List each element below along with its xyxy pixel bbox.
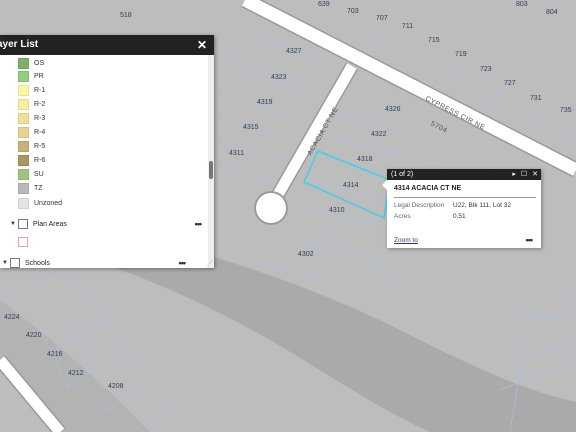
parcel-label: 707 [376, 15, 388, 22]
parcel-label: 731 [530, 95, 542, 102]
legend-item-r1: R-1 [18, 84, 45, 96]
parcel-label: 804 [546, 9, 558, 16]
parcel-label: 4315 [243, 124, 259, 131]
legend-item-r6: R-6 [18, 154, 45, 166]
popup-pointer [382, 180, 387, 190]
parcel-label: 4326 [385, 106, 401, 113]
parcel-label: 703 [347, 8, 359, 15]
zoom-to-link[interactable]: Zoom to [394, 237, 418, 244]
more-options-icon[interactable]: ••• [179, 258, 187, 268]
legend-swatch [18, 197, 29, 209]
expand-arrow-icon[interactable]: ▼ [10, 221, 18, 227]
popup-title: 4314 ACACIA CT NE [394, 185, 462, 192]
layer-list-body[interactable]: OS PR R-1 R-2 R-3 R-4 R-5 R-6 SU TZ Unzo… [0, 55, 208, 268]
parcel-label: 4323 [271, 74, 287, 81]
legend-label: R-5 [34, 142, 46, 150]
parcel-label: 4327 [286, 48, 302, 55]
parcel-label: 4319 [257, 99, 273, 106]
popup-header: (1 of 2) ▸ ☐ ✕ [387, 169, 541, 180]
expand-arrow-icon[interactable]: ▼ [2, 260, 10, 266]
parcel-label: 4310 [329, 207, 345, 214]
field-value-legal-description: U22, Blk 111, Lot 32 [453, 202, 511, 209]
parcel-label: 719 [455, 51, 467, 58]
legend-label: Unzoned [34, 199, 63, 207]
layer-list-panel: ayer List ✕ OS PR R-1 R-2 R-3 R-4 R-5 R-… [0, 35, 214, 268]
layer-label-schools: Schools [25, 259, 50, 267]
layer-label-plan-areas: Plan Areas [33, 220, 67, 228]
more-options-icon[interactable]: ••• [526, 235, 534, 245]
parcel-label: 735 [560, 107, 572, 114]
legend-item-os: OS [18, 57, 44, 69]
legend-item-unzoned: Unzoned [18, 197, 62, 209]
legend-item-pr: PR [18, 70, 44, 82]
parcel-label: 4311 [229, 150, 245, 157]
legend-swatch [18, 126, 29, 138]
layer-list-header[interactable]: ayer List ✕ [0, 35, 214, 55]
layer-visibility-checkbox[interactable] [10, 258, 20, 268]
maximize-icon[interactable]: ☐ [521, 169, 527, 180]
legend-label: R-6 [34, 156, 46, 164]
field-label-acres: Acres [394, 213, 411, 220]
legend-item-su: SU [18, 168, 44, 180]
plan-areas-swatch [18, 237, 28, 247]
legend-swatch [18, 154, 29, 166]
legend-label: R-2 [34, 100, 46, 108]
parcel-label: 4322 [371, 131, 387, 138]
parcel-label: 4224 [4, 314, 20, 321]
layer-list-title: ayer List [0, 39, 39, 50]
field-label-legal-description: Legal Description [394, 202, 445, 209]
parcel-label: 727 [504, 80, 516, 87]
legend-swatch [18, 84, 29, 96]
legend-swatch [18, 57, 29, 69]
legend-label: R-3 [34, 114, 46, 122]
layer-group-schools[interactable]: ▼ Schools ••• [2, 257, 197, 268]
legend-swatch [18, 182, 29, 194]
close-icon[interactable]: ✕ [197, 35, 207, 55]
legend-swatch [18, 168, 29, 180]
parcel-label: 723 [480, 66, 492, 73]
close-icon[interactable]: ✕ [532, 169, 538, 180]
parcel-label: 4208 [108, 383, 124, 390]
legend-item-r3: R-3 [18, 112, 45, 124]
parcel-label: 4314 [343, 182, 359, 189]
legend-label: PR [34, 72, 44, 80]
parcel-label: 518 [120, 12, 132, 19]
parcel-label: 715 [428, 37, 440, 44]
legend-label: R-4 [34, 128, 46, 136]
popup-pager: (1 of 2) [391, 171, 414, 178]
legend-swatch [18, 112, 29, 124]
legend-label: SU [34, 170, 44, 178]
legend-label: OS [34, 59, 45, 67]
legend-swatch [18, 140, 29, 152]
legend-item-tz: TZ [18, 182, 43, 194]
popup-divider [394, 197, 536, 198]
feature-popup: (1 of 2) ▸ ☐ ✕ 4314 ACACIA CT NE Legal D… [382, 169, 541, 248]
parcel-label: 4318 [357, 156, 373, 163]
parcel-label: 4216 [47, 351, 63, 358]
legend-item-r2: R-2 [18, 98, 45, 110]
legend-label: R-1 [34, 86, 46, 94]
field-value-acres: 0.51 [453, 213, 466, 220]
next-feature-icon[interactable]: ▸ [512, 169, 516, 180]
scrollbar-thumb[interactable] [209, 161, 213, 179]
resize-grip-icon[interactable]: ⋰ [207, 260, 213, 267]
layer-visibility-checkbox[interactable] [18, 219, 28, 229]
more-options-icon[interactable]: ••• [195, 219, 203, 229]
parcel-label: 4302 [298, 251, 314, 258]
legend-item-r5: R-5 [18, 140, 45, 152]
parcel-label: 4220 [26, 332, 42, 339]
parcel-label: 4212 [68, 370, 84, 377]
legend-swatch [18, 70, 29, 82]
legend-label: TZ [34, 184, 43, 192]
layer-list-scrollbar[interactable] [208, 55, 214, 268]
parcel-label: 803 [516, 1, 528, 8]
parcel-label: 711 [402, 23, 414, 30]
parcel-label: 639 [318, 1, 330, 8]
legend-item-r4: R-4 [18, 126, 45, 138]
layer-group-plan-areas[interactable]: ▼ Plan Areas ••• [10, 218, 205, 230]
legend-swatch [18, 98, 29, 110]
